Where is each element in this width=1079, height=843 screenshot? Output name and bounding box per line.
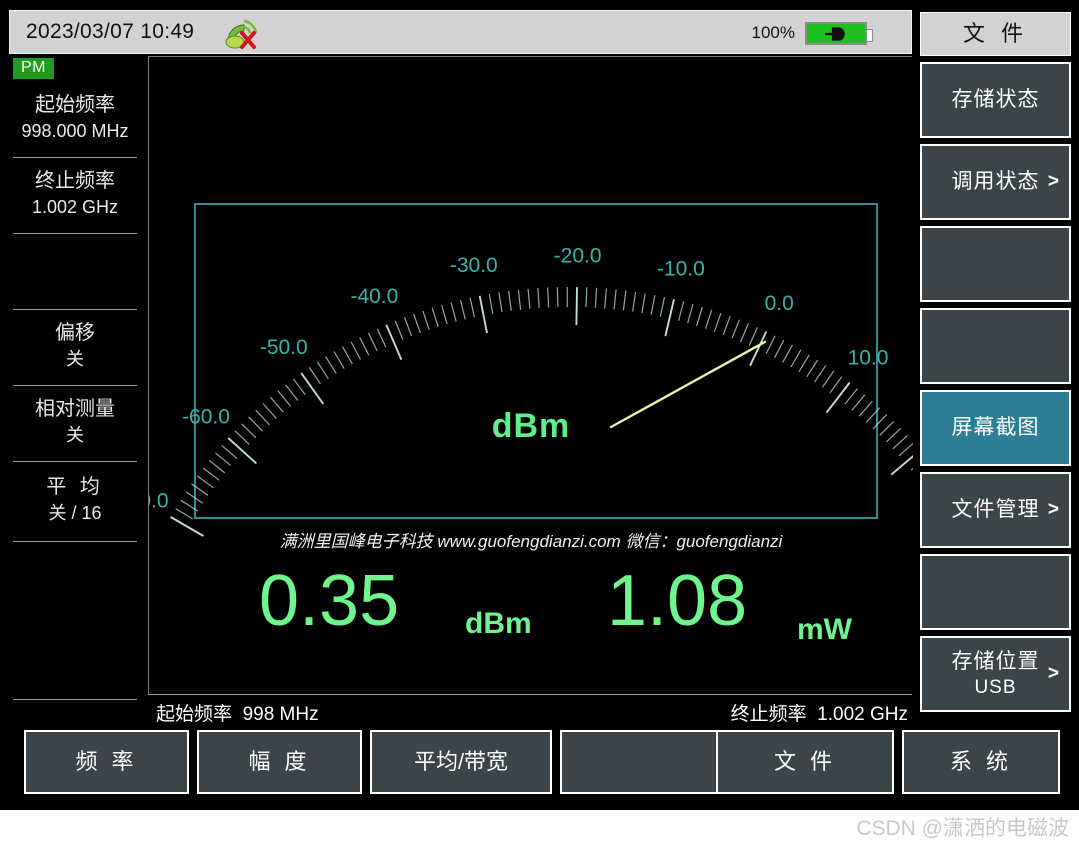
left-parameter-sidebar: PM 起始频率 998.000 MHz 终止频率 1.002 GHz 偏移 关 … [9,56,141,700]
softkey-panel-title: 文 件 [920,12,1071,56]
function-key-amplitude[interactable]: 幅 度 [197,730,362,794]
function-key-system[interactable]: 系 统 [902,730,1060,794]
sidebar-item-stop-frequency[interactable]: 终止频率 1.002 GHz [13,158,137,234]
footer-start-frequency-value: 998 MHz [242,704,319,725]
softkey-sublabel: USB [974,677,1017,698]
sidebar-item-empty-2 [13,542,137,700]
sidebar-item-value: 1.002 GHz [31,197,119,217]
function-key-bar: 频 率 幅 度 平均/带宽 文 件 系 统 [9,730,1071,798]
softkey-save-state[interactable]: 存储状态 [920,62,1071,138]
function-key-empty[interactable] [560,730,725,794]
reading-primary-value: 0.35 [259,561,400,641]
sidebar-item-value: 关 / 16 [48,503,102,523]
sidebar-item-label: 平 均 [46,476,104,498]
mode-badge-pm: PM [13,58,54,79]
reading-secondary-unit: mW [797,613,852,646]
function-key-file[interactable]: 文 件 [716,730,894,794]
battery-percent-label: 100% [751,23,795,42]
sidebar-item-value: 关 [66,349,84,369]
screenshot-root: 2023/03/07 10:49 100% PM 起始频率 998.000 MH… [0,0,1079,843]
chevron-right-icon: > [1047,663,1059,684]
satellite-disconnected-icon [222,17,260,51]
plug-icon [825,26,845,41]
softkey-file-manager[interactable]: 文件管理 > [920,472,1071,548]
footer-start-frequency: 起始频率 998 MHz [156,699,319,726]
csdn-credit: CSDN @潇洒的电磁波 [856,817,1069,840]
chevron-right-icon: > [1047,171,1059,192]
sidebar-item-label: 偏移 [55,322,95,344]
sidebar-item-average[interactable]: 平 均 关 / 16 [13,462,137,542]
chevron-right-icon: > [1047,499,1059,520]
softkey-screenshot[interactable]: 屏幕截图 [920,390,1071,466]
footer-start-frequency-label: 起始频率 [156,704,233,725]
analog-gauge-frame [194,203,878,519]
softkey-empty-2[interactable] [920,308,1071,384]
softkey-label: 存储状态 [951,88,1040,111]
gauge-unit-label: dBm [491,407,571,445]
sidebar-item-empty-1 [13,234,137,310]
reading-secondary-value: 1.08 [607,561,748,641]
battery-icon [805,22,873,45]
footer-stop-frequency-label: 终止频率 [730,704,807,725]
sidebar-item-label: 终止频率 [35,170,115,192]
softkey-empty-1[interactable] [920,226,1071,302]
softkey-storage-location[interactable]: 存储位置 USB > [920,636,1071,712]
sidebar-item-label: 起始频率 [35,94,115,116]
frequency-footer-bar: 起始频率 998 MHz 终止频率 1.002 GHz [148,694,912,726]
right-softkey-panel: 文 件 存储状态 调用状态 > 屏幕截图 文件管理 > 存储位置 USB > [918,10,1073,713]
softkey-label: 存储位置 [951,650,1040,673]
sidebar-item-label: 相对测量 [35,398,115,420]
vendor-watermark: 满洲里国峰电子科技 www.guofengdianzi.com 微信：guofe… [279,532,783,551]
sidebar-item-offset[interactable]: 偏移 关 [13,310,137,386]
sidebar-item-start-frequency[interactable]: 起始频率 998.000 MHz [13,82,137,158]
sidebar-item-value: 998.000 MHz [21,121,129,141]
softkey-empty-3[interactable] [920,554,1071,630]
softkey-recall-state[interactable]: 调用状态 > [920,144,1071,220]
sidebar-item-relative-measure[interactable]: 相对测量 关 [13,386,137,462]
function-key-frequency[interactable]: 频 率 [24,730,189,794]
footer-stop-frequency: 终止频率 1.002 GHz [731,699,908,726]
main-measurement-area: -70.0-60.0-50.0-40.0-30.0-20.0-10.00.010… [148,56,913,700]
status-bar: 2023/03/07 10:49 100% [9,10,912,54]
numeric-readings: 0.35 dBm 1.08 mW [149,557,913,667]
sidebar-item-value: 关 [66,425,84,445]
footer-stop-frequency-value: 1.002 GHz [817,704,908,725]
softkey-label: 屏幕截图 [951,416,1040,439]
function-key-average-bandwidth[interactable]: 平均/带宽 [370,730,552,794]
status-datetime: 2023/03/07 10:49 [26,20,195,43]
reading-primary-unit: dBm [465,607,532,640]
gauge-tick-label: -70.0 [149,490,169,513]
